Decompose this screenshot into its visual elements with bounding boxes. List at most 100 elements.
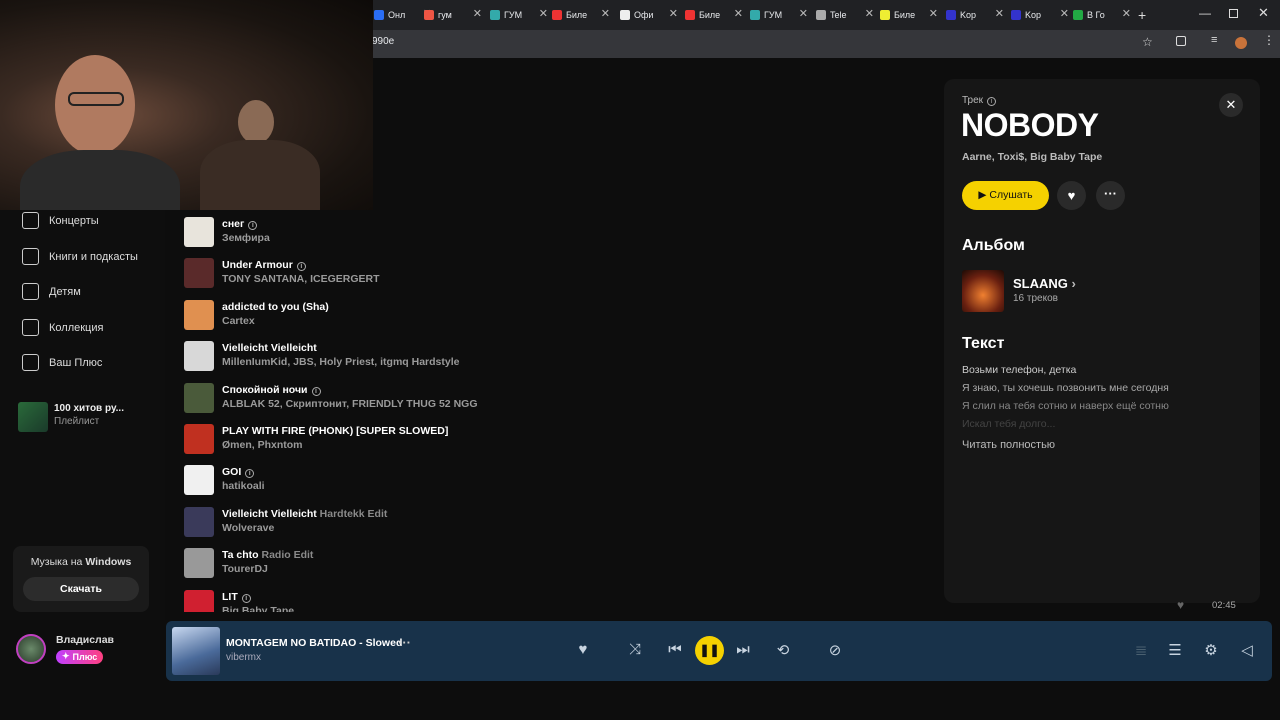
row-like-icon[interactable]: ♥ [1177,598,1184,612]
url-text[interactable]: 990e [372,36,394,47]
browser-tab[interactable]: Tele ✕ [816,4,874,26]
track-row[interactable]: Vielleicht Vielleicht Hardtekk Edit Wolve… [184,506,387,539]
dislike-icon[interactable]: ⊘ [825,641,845,659]
equalizer-icon[interactable]: ⚙ [1201,641,1221,659]
tab-close-icon[interactable]: ✕ [734,7,743,20]
tab-close-icon[interactable]: ✕ [601,7,610,20]
browser-tab[interactable]: Биле ✕ [552,4,610,26]
volume-icon[interactable]: ◁ [1237,641,1257,659]
track-row-title[interactable]: addicted to you (Sha) [222,301,329,313]
track-row-title[interactable]: Спокойной ночи [222,384,308,396]
track-row[interactable]: Ta chto Radio Edit TourerDJ [184,548,313,580]
queue-icon[interactable]: ☰ [1165,641,1185,659]
tab-close-icon[interactable]: ✕ [1122,7,1131,20]
track-row-artist[interactable]: Wolverave [222,521,387,535]
info-icon[interactable]: i [311,386,321,396]
sidebar-playlist-item[interactable]: 100 хитов ру... Плейлист [18,402,124,432]
track-row-cover[interactable] [184,217,214,247]
track-row-cover[interactable] [184,424,214,454]
sidebar-item[interactable]: Концерты [22,212,99,229]
more-options-button[interactable]: ··· [1096,181,1125,210]
pause-button[interactable]: ❚❚ [695,636,724,665]
minimize-icon[interactable]: — [1199,6,1211,20]
track-row-title[interactable]: GOI [222,466,241,478]
track-row-artist[interactable]: hatikoali [222,479,265,493]
tab-close-icon[interactable]: ✕ [995,7,1004,20]
lyrics-toggle-icon[interactable]: ≣ [1131,641,1151,659]
track-row[interactable]: addicted to you (Sha) Cartex [184,299,329,332]
track-row-artist[interactable]: MillenIumKid, JBS, Holy Priest, itgmq Ha… [222,355,459,369]
maximize-icon[interactable] [1229,9,1238,18]
track-row-artist[interactable]: TONY SANTANA, ICEGERGERT [222,272,380,286]
track-row-cover[interactable] [184,382,214,413]
listen-button[interactable]: ▶ Слушать [962,181,1049,210]
browser-tab[interactable]: Kop ✕ [946,4,1004,26]
repeat-icon[interactable]: ⟲ [773,641,793,659]
browser-tab[interactable]: В Го ✕ [1073,4,1131,26]
browser-tab[interactable]: Биле ✕ [685,4,743,26]
browser-menu-icon[interactable]: ⋮ [1263,33,1275,47]
next-icon[interactable]: ⏭ [733,641,753,658]
track-row-cover[interactable] [184,299,214,330]
track-row[interactable]: PLAY WITH FIRE (PHONK) [SUPER SLOWED] Øme… [184,424,448,456]
user-profile[interactable]: Владислав ✦ Плюс [16,634,114,664]
track-row-artist[interactable]: ALBLAK 52, Скриптонит, FRIENDLY THUG 52 … [222,397,477,411]
browser-tab[interactable]: Офи ✕ [620,4,678,26]
track-row-title[interactable]: PLAY WITH FIRE (PHONK) [SUPER SLOWED] [222,425,448,437]
now-playing-cover[interactable] [172,627,220,675]
track-row-title[interactable]: LIT [222,591,238,603]
now-playing-title[interactable]: MONTAGEM NO BATIDAO - Slowed [226,637,402,649]
sidebar-item[interactable]: Книги и подкасты [22,248,138,265]
close-panel-button[interactable]: ✕ [1219,93,1243,117]
profile-avatar[interactable] [1235,37,1247,49]
info-icon[interactable]: i [248,221,258,230]
album-title[interactable]: SLAANG › [1013,276,1076,291]
browser-tab[interactable]: Биле ✕ [880,4,938,26]
browser-tab[interactable]: ГУМ ✕ [490,4,548,26]
tab-close-icon[interactable]: ✕ [929,7,938,20]
tab-close-icon[interactable]: ✕ [473,7,482,20]
track-row-title[interactable]: Vielleicht Vielleicht [222,342,317,354]
track-row[interactable]: Спокойной ночи i ALBLAK 52, Скриптонит, FR… [184,382,477,415]
info-icon[interactable]: i [241,593,251,603]
tab-close-icon[interactable]: ✕ [669,7,678,20]
album-cover[interactable] [962,270,1004,312]
tab-close-icon[interactable]: ✕ [1060,7,1069,20]
track-row-cover[interactable] [184,341,214,372]
new-tab-button[interactable]: + [1138,7,1146,23]
track-row-artist[interactable]: Cartex [222,314,329,328]
sidebar-item[interactable]: Коллекция [22,319,103,336]
now-playing-more-icon[interactable]: ··· [398,635,411,650]
track-row-title[interactable]: Under Armour [222,259,293,271]
shuffle-icon[interactable]: ⤨ [625,641,645,658]
tab-close-icon[interactable]: ✕ [799,7,808,20]
bookmark-star-icon[interactable]: ☆ [1142,35,1153,49]
like-button[interactable]: ♥ [1057,181,1086,210]
like-icon[interactable]: ♥ [573,641,593,658]
media-control-icon[interactable]: ≡ [1211,34,1217,46]
tab-close-icon[interactable]: ✕ [539,7,548,20]
browser-tab[interactable]: Kop ✕ [1011,4,1069,26]
browser-tab[interactable]: ГУМ ✕ [750,4,808,26]
info-icon[interactable]: i [296,262,306,272]
read-more-link[interactable]: Читать полностью [962,439,1055,451]
sidebar-item[interactable]: Ваш Плюс [22,354,102,371]
close-window-icon[interactable]: ✕ [1258,5,1269,21]
track-row-cover[interactable] [184,465,214,496]
now-playing-artist[interactable]: vibermx [226,652,261,663]
tab-close-icon[interactable]: ✕ [865,7,874,20]
track-row-artist[interactable]: TourerDJ [222,562,313,576]
previous-icon[interactable]: ⏮ [665,641,685,658]
track-row-artist[interactable]: Земфира [222,231,270,245]
track-artists[interactable]: Aarne, Toxi$, Big Baby Tape [962,151,1102,163]
track-row-cover[interactable] [184,506,214,537]
track-row[interactable]: Vielleicht Vielleicht MillenIumKid, JBS, … [184,341,459,373]
track-row-title[interactable]: снег [222,218,244,230]
sidebar-item[interactable]: Детям [22,283,81,300]
download-button[interactable]: Скачать [23,577,139,601]
browser-tab[interactable]: гум ✕ [424,4,482,26]
track-row-artist[interactable]: Ømen, Phxntom [222,438,448,452]
track-row-cover[interactable] [184,258,214,289]
info-icon[interactable]: i [245,469,255,479]
track-row-cover[interactable] [184,548,214,579]
